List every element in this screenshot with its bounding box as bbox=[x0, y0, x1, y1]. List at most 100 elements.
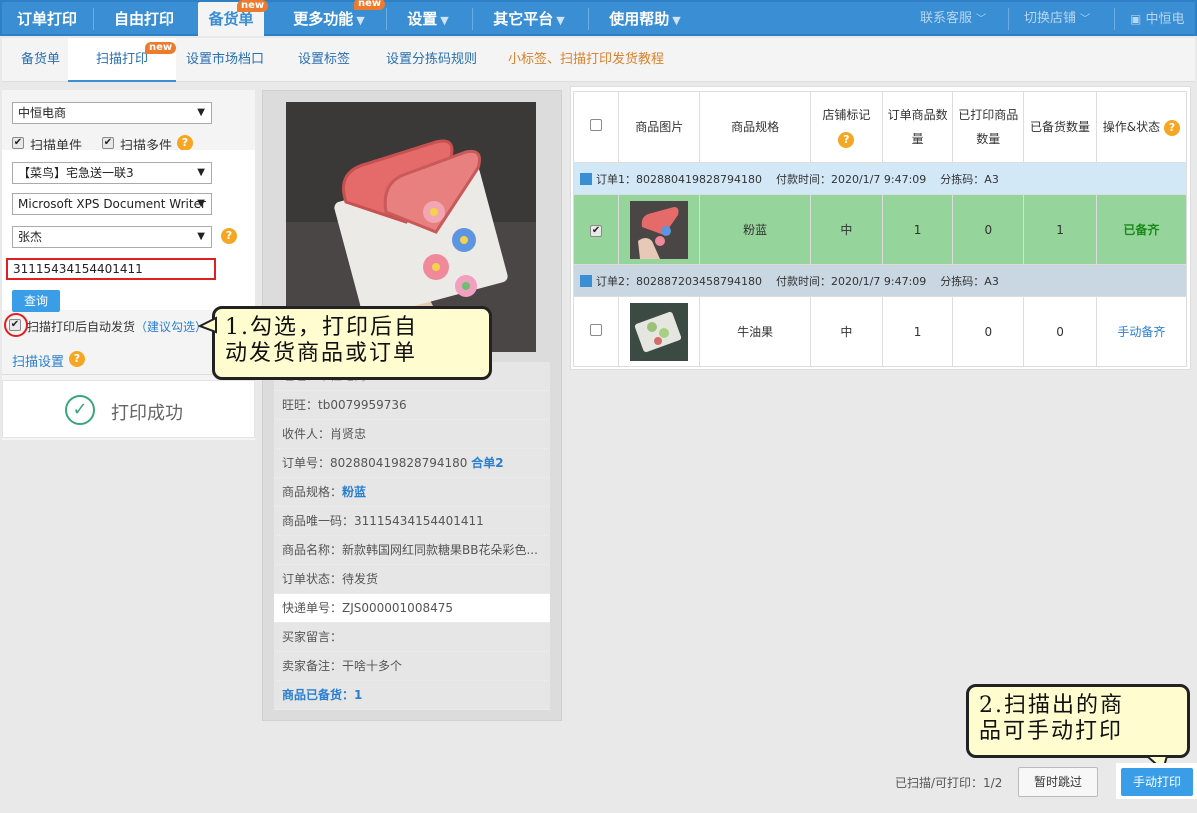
header-text: 店铺标记 bbox=[822, 108, 871, 122]
manual-stock-link[interactable]: 手动备齐 bbox=[1095, 296, 1188, 367]
print-success-text: 打印成功 bbox=[111, 403, 183, 424]
nav-settings[interactable]: 设置 ▼ bbox=[388, 2, 468, 36]
nav-label: 设置 bbox=[407, 10, 438, 28]
nav-label: 更多功能 bbox=[293, 10, 354, 28]
caret-down-icon: ▼ bbox=[356, 14, 365, 27]
tab-sort-code-rules[interactable]: 设置分拣码规则 bbox=[386, 38, 477, 82]
detail-text: 买家留言： bbox=[282, 630, 343, 644]
order-icon bbox=[580, 274, 592, 287]
header-text: 操作&状态 bbox=[1102, 120, 1161, 134]
scan-single-checkbox[interactable]: ✔ bbox=[12, 137, 24, 149]
table-row: ✔ 粉蓝 中 1 0 1 已备齐 bbox=[572, 194, 1188, 265]
nav-label: 订单打印 bbox=[16, 10, 77, 28]
product-thumbnail bbox=[630, 302, 689, 361]
nav-switch-shop[interactable]: 切换店铺 ﹀ bbox=[1024, 2, 1090, 36]
callout-line: 2.扫描出的商 bbox=[979, 693, 1124, 718]
thumbnail-image bbox=[630, 302, 689, 361]
tab-labels[interactable]: 设置标签 bbox=[298, 38, 350, 82]
detail-text: 商品名称：新款韩国网红同款糖果BB花朵彩色... bbox=[282, 543, 538, 557]
nav-separator bbox=[1114, 8, 1115, 30]
nav-contact-support[interactable]: 联系客服 ﹀ bbox=[920, 2, 986, 36]
detail-row: 商品规格：粉蓝 bbox=[274, 478, 550, 507]
order-label: 订单1：802880419828794180 bbox=[596, 172, 762, 186]
detail-row: 商品已备货：1 bbox=[274, 681, 550, 710]
nav-order-print[interactable]: 订单打印 bbox=[2, 2, 92, 36]
query-button[interactable]: 查询 bbox=[12, 290, 60, 312]
detail-text: 订单号：802880419828794180 bbox=[282, 456, 468, 470]
order-table: 商品图片 商品规格 店铺标记? 订单商品数量 已打印商品数量 已备货数量 操作&… bbox=[572, 91, 1188, 367]
help-icon[interactable]: ? bbox=[221, 228, 237, 244]
select-value: 【菜鸟】宅急送一联3 bbox=[18, 166, 134, 180]
detail-text: 旺旺：tb0079959736 bbox=[282, 398, 407, 412]
order-group-row: 订单1：802880419828794180 付款时间：2020/1/7 9:4… bbox=[573, 162, 1187, 195]
template-select[interactable]: 【菜鸟】宅急送一联3 ▼ bbox=[12, 162, 212, 184]
table-cell bbox=[618, 296, 701, 367]
caret-down-icon: ▼ bbox=[556, 14, 565, 27]
table-cell: 1 bbox=[1023, 194, 1097, 265]
order-info: 订单2：802887203458794180 付款时间：2020/1/7 9:4… bbox=[573, 264, 1187, 297]
row-checkbox[interactable]: ✔ bbox=[590, 225, 603, 237]
tab-market-stall[interactable]: 设置市场档口 bbox=[186, 38, 264, 82]
row-checkbox[interactable] bbox=[590, 324, 603, 336]
nav-separator bbox=[472, 8, 473, 30]
table-cell: 1 bbox=[881, 194, 954, 265]
detail-text: 快递单号：ZJS000001008475 bbox=[282, 601, 453, 615]
chevron-down-icon: ﹀ bbox=[1080, 14, 1091, 25]
scan-code-input[interactable]: 311154341544014​11 bbox=[6, 258, 216, 280]
header-cell bbox=[572, 91, 620, 163]
header-cell: 操作&状态 ? bbox=[1095, 91, 1188, 163]
nav-shop-name[interactable]: ▣ 中恒电 bbox=[1130, 2, 1185, 36]
new-badge: new bbox=[237, 0, 269, 12]
detail-row: 订单号：802880419828794180 合单2 bbox=[274, 449, 550, 478]
manual-print-button[interactable]: 手动打印 bbox=[1121, 768, 1193, 796]
table-cell: ✔ bbox=[572, 194, 620, 265]
help-icon[interactable]: ? bbox=[1163, 120, 1180, 136]
select-all-checkbox[interactable] bbox=[590, 119, 603, 131]
nav-label: 切换店铺 bbox=[1024, 11, 1077, 26]
table-cell: 中 bbox=[809, 194, 883, 265]
tutorial-link[interactable]: 小标签、扫描打印发货教程 bbox=[508, 38, 664, 82]
detail-text: 收件人：肖贤忠 bbox=[282, 427, 367, 441]
table-cell: 0 bbox=[952, 296, 1025, 367]
select-arrow-icon: ▼ bbox=[197, 167, 205, 178]
shop-select[interactable]: 中恒电商 ▼ bbox=[12, 102, 212, 124]
merge-order-link[interactable]: 合单2 bbox=[471, 456, 503, 470]
scan-multi-checkbox[interactable]: ✔ bbox=[102, 137, 114, 149]
nav-free-print[interactable]: 自由打印 bbox=[94, 2, 194, 36]
auto-ship-checkbox[interactable]: ✔ bbox=[9, 319, 21, 331]
order-info: 订单1：802880419828794180 付款时间：2020/1/7 9:4… bbox=[573, 162, 1187, 195]
nav-label: 其它平台 bbox=[493, 10, 554, 28]
scan-settings-link[interactable]: 扫描设置 bbox=[12, 351, 64, 370]
table-row: 牛油果 中 1 0 0 手动备齐 bbox=[572, 296, 1188, 367]
printer-select[interactable]: Microsoft XPS Document Writer ▼ bbox=[12, 193, 212, 215]
detail-row: 收件人：肖贤忠 bbox=[274, 420, 550, 449]
nav-other-platforms[interactable]: 其它平台 ▼ bbox=[474, 2, 584, 36]
person-select[interactable]: 张杰 ▼ bbox=[12, 226, 212, 248]
help-icon[interactable]: ? bbox=[838, 132, 855, 148]
nav-help[interactable]: 使用帮助 ▼ bbox=[590, 2, 700, 36]
nav-separator bbox=[386, 8, 387, 30]
detail-text: 卖家备注：干啥十多个 bbox=[282, 659, 403, 673]
detail-row: 快递单号：ZJS000001008475 bbox=[274, 594, 550, 623]
detail-row: 旺旺：tb0079959736 bbox=[274, 391, 550, 420]
nav-separator bbox=[1008, 8, 1009, 30]
nav-label: 中恒电 bbox=[1145, 12, 1185, 27]
detail-text: 商品已备货：1 bbox=[282, 688, 363, 702]
shop-icon: ▣ bbox=[1130, 12, 1142, 26]
tab-stock-list[interactable]: 备货单 bbox=[21, 38, 60, 82]
callout-pointer bbox=[198, 316, 217, 334]
help-icon[interactable]: ? bbox=[177, 135, 193, 151]
auto-ship-label: 扫描打印后自动发货（建议勾选） bbox=[27, 318, 207, 335]
help-icon[interactable]: ? bbox=[69, 351, 85, 367]
top-nav: 订单打印 自由打印 备货单 new 更多功能 ▼ new 设置 ▼ 其它平台 ▼ 使用… bbox=[0, 0, 1197, 36]
auto-ship-text: 扫描打印后自动发货 bbox=[27, 320, 136, 334]
order-icon bbox=[580, 172, 592, 185]
auto-ship-hint: （建议勾选） bbox=[135, 320, 208, 334]
table-header: 商品图片 商品规格 店铺标记? 订单商品数量 已打印商品数量 已备货数量 操作&… bbox=[572, 91, 1188, 163]
callout-line: 动发货商品或订单 bbox=[225, 341, 418, 366]
detail-text: 商品规格： bbox=[282, 485, 343, 499]
nav-label: 联系客服 bbox=[920, 11, 973, 26]
header-cell: 已备货数量 bbox=[1023, 91, 1097, 163]
skip-button[interactable]: 暂时跳过 bbox=[1018, 767, 1098, 797]
status-badge: 已备齐 bbox=[1095, 194, 1188, 265]
